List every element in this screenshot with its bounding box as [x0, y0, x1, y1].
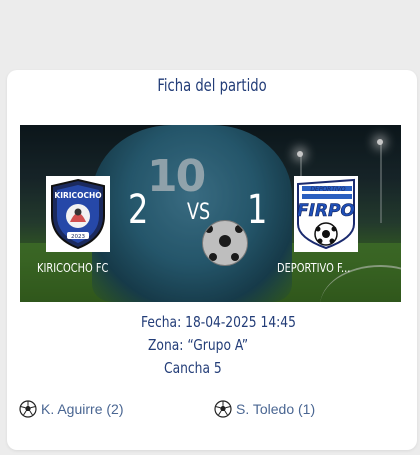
match-card: Ficha del partido 10 KIRICOCHO 2023 DEPO…: [7, 70, 417, 450]
home-scorer: K. Aguirre (2): [19, 400, 123, 418]
versus-label: VS: [187, 200, 211, 225]
svg-text:2023: 2023: [71, 234, 85, 240]
svg-text:FIRPO: FIRPO: [297, 201, 355, 221]
match-date: Fecha: 18-04-2025 14:45: [141, 313, 296, 331]
home-scorer-label: K. Aguirre (2): [41, 401, 124, 417]
away-team-name: DEPORTIVO F...: [277, 261, 351, 275]
home-score: 2: [128, 187, 149, 233]
soccer-ball-icon: [19, 400, 37, 418]
away-scorer: S. Toledo (1): [214, 400, 315, 418]
kiricocho-crest-icon: KIRICOCHO 2023: [51, 178, 105, 250]
away-team-logo: DEPORTIVO FIRPO: [294, 176, 358, 252]
home-team-name: KIRICOCHO FC: [37, 261, 109, 275]
match-zone: Zona: “Grupo A”: [148, 336, 249, 354]
away-score: 1: [247, 187, 268, 233]
svg-text:KIRICOCHO: KIRICOCHO: [54, 191, 101, 200]
match-banner: 10 KIRICOCHO 2023 DEPORTIVO FIRPO 2 VS 1…: [20, 125, 401, 302]
match-court: Cancha 5: [164, 359, 222, 377]
away-scorer-label: S. Toledo (1): [236, 401, 316, 417]
soccer-ball-icon: [214, 400, 232, 418]
page-title: Ficha del partido: [157, 76, 267, 96]
firpo-crest-icon: DEPORTIVO FIRPO: [297, 178, 355, 250]
home-team-logo: KIRICOCHO 2023: [46, 176, 110, 252]
svg-text:DEPORTIVO: DEPORTIVO: [310, 186, 345, 193]
